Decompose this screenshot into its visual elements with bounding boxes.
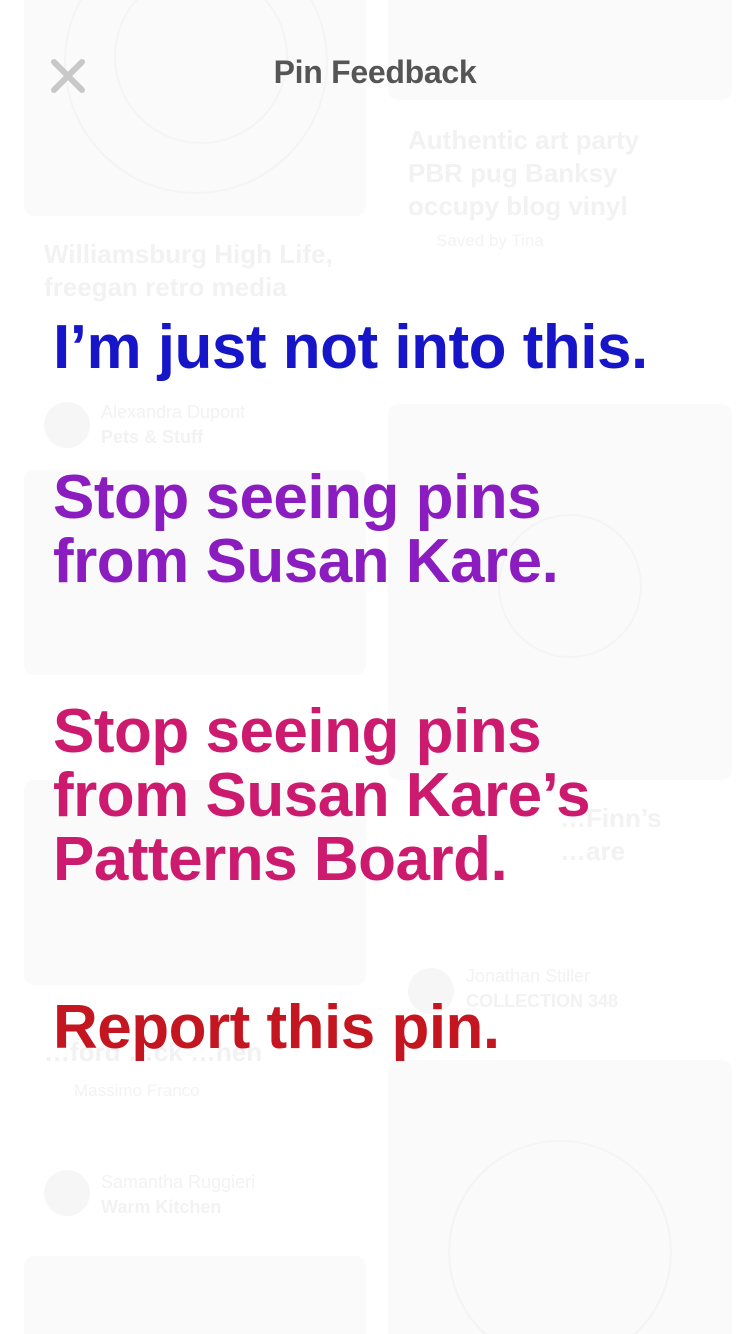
feedback-overlay: Pin Feedback I’m just not into this. Sto…: [0, 0, 750, 1334]
option-stop-seeing-user-pins[interactable]: Stop seeing pins from Susan Kare.: [53, 466, 713, 594]
page-title: Pin Feedback: [273, 54, 477, 90]
pin-feedback-screen: Williamsburg High Life, freegan retro me…: [0, 0, 750, 1334]
option-report-pin[interactable]: Report this pin.: [53, 996, 713, 1060]
option-not-into-this[interactable]: I’m just not into this.: [53, 316, 713, 380]
option-stop-seeing-board-pins[interactable]: Stop seeing pins from Susan Kare’s Patte…: [53, 700, 713, 892]
header: Pin Feedback: [0, 0, 750, 140]
